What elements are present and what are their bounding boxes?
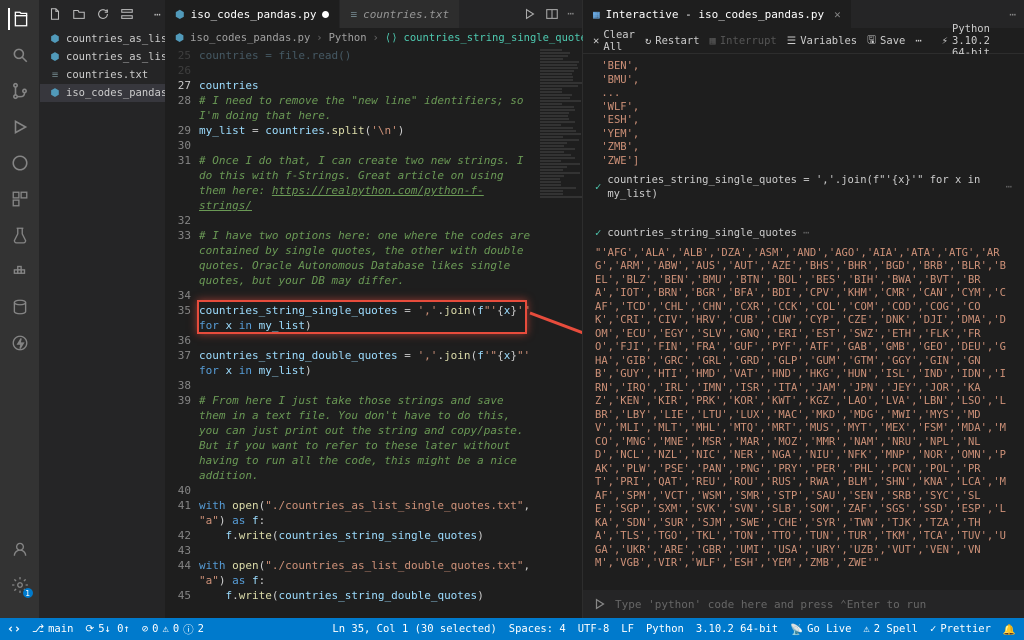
extensions-icon[interactable] [9, 188, 31, 210]
prettier[interactable]: ✓ Prettier [930, 623, 991, 635]
cell-label: countries_string_single_quotes = ','.joi… [607, 174, 999, 201]
status-bar: ⎇ main ⟳ 5↓ 0↑ ⊘ 0 ⚠ 0 ⓘ 2 Ln 35, Col 1 … [0, 618, 1024, 640]
interactive-tab[interactable]: ▦Interactive - iso_codes_pandas.py✕ [583, 0, 852, 28]
variables-button[interactable]: ☰ Variables [787, 35, 857, 47]
interactive-toolbar: ✕ Clear All ↻ Restart ▦ Interrupt ☰ Vari… [583, 28, 1024, 54]
restart-button[interactable]: ↻ Restart [645, 35, 700, 47]
file-name: countries_as_list_si... [66, 51, 165, 63]
file-icon: ⬢ [48, 32, 62, 46]
file-name: iso_codes_pandas.py [66, 87, 165, 99]
editor-tab[interactable]: ≡countries.txt [340, 0, 460, 28]
collapse-icon[interactable] [120, 7, 134, 21]
more-icon[interactable]: ⋯ [567, 7, 574, 21]
new-folder-icon[interactable] [72, 7, 86, 21]
breadcrumb[interactable]: ⬢ iso_codes_pandas.py › Python › ⟨⟩ coun… [165, 28, 582, 48]
run-icon[interactable] [523, 7, 537, 21]
file-item[interactable]: ≡ countries.txt [40, 66, 165, 84]
more-icon[interactable]: ⋯ [154, 7, 161, 21]
remote-icon[interactable] [8, 623, 20, 635]
editor-tab[interactable]: ⬢iso_codes_pandas.py [165, 0, 340, 28]
problems[interactable]: ⊘ 0 ⚠ 0 ⓘ 2 [142, 622, 204, 637]
refresh-icon[interactable] [96, 7, 110, 21]
interactive-output[interactable]: 'BEN', 'BMU', ... 'WLF', 'ESH', 'YEM', '… [583, 54, 1024, 590]
database-icon[interactable] [9, 296, 31, 318]
file-icon: ≡ [48, 68, 62, 82]
indent[interactable]: Spaces: 4 [509, 623, 566, 635]
git-branch[interactable]: ⎇ main [32, 623, 73, 635]
file-icon: ⬢ [48, 86, 62, 100]
interpreter[interactable]: 3.10.2 64-bit [696, 623, 778, 635]
file-icon: ⬢ [48, 50, 62, 64]
new-file-icon[interactable] [48, 7, 62, 21]
breadcrumb-symbol: countries_string_single_quotes [404, 32, 594, 44]
file-item[interactable]: ⬢ countries_as_list_do... [40, 30, 165, 48]
cell-header: ✓ countries_string_single_quotes = ','.j… [595, 168, 1012, 207]
minimap[interactable] [536, 48, 582, 618]
breadcrumb-scope: Python [329, 32, 367, 44]
thunder-icon[interactable] [9, 332, 31, 354]
language-mode[interactable]: Python [646, 623, 684, 635]
repl-input[interactable]: Type 'python' code here and press ⌃Enter… [583, 590, 1024, 618]
go-live[interactable]: 📡 Go Live [790, 623, 851, 636]
encoding[interactable]: UTF-8 [578, 623, 610, 635]
save-button[interactable]: 🖫 Save [867, 32, 905, 50]
cursor-position[interactable]: Ln 35, Col 1 (30 selected) [332, 623, 496, 635]
file-item[interactable]: ⬢ countries_as_list_si... [40, 48, 165, 66]
cell-label: countries_string_single_quotes [607, 227, 797, 241]
repl-placeholder: Type 'python' code here and press ⌃Enter… [615, 598, 926, 611]
source-control-icon[interactable] [9, 80, 31, 102]
oracle-icon[interactable] [9, 152, 31, 174]
more-icon[interactable]: ⋯ [915, 35, 921, 47]
settings-icon[interactable]: 1 [9, 574, 31, 596]
file-name: countries.txt [66, 69, 148, 81]
file-item[interactable]: ⬢ iso_codes_pandas.py [40, 84, 165, 102]
split-icon[interactable] [545, 7, 559, 21]
accounts-icon[interactable] [9, 538, 31, 560]
breadcrumb-file: iso_codes_pandas.py [190, 32, 310, 44]
explorer-icon[interactable] [8, 8, 30, 30]
cell-header: ✓ countries_string_single_quotes ⋯ [595, 221, 1012, 247]
more-icon[interactable]: ⋯ [1009, 8, 1016, 21]
editor-body[interactable]: 25262728 293031 3233 3435 3637 3839 4041… [165, 48, 582, 618]
sidebar: ⋯ ⬢ countries_as_list_do... ⬢ countries_as_… [40, 0, 165, 618]
interrupt-button: ▦ Interrupt [710, 35, 777, 47]
cell-output: "'AFG','ALA','ALB','DZA','ASM','AND','AG… [595, 247, 1012, 571]
spell[interactable]: ⚠ 2 Spell [863, 623, 918, 635]
search-icon[interactable] [9, 44, 31, 66]
clear-all-button[interactable]: ✕ Clear All [593, 29, 635, 53]
eol[interactable]: LF [621, 623, 634, 635]
file-name: countries_as_list_do... [66, 33, 165, 45]
testing-icon[interactable] [9, 224, 31, 246]
notifications-icon[interactable]: 🔔 [1003, 623, 1016, 636]
run-debug-icon[interactable] [9, 116, 31, 138]
git-sync[interactable]: ⟳ 5↓ 0↑ [85, 623, 129, 635]
docker-icon[interactable] [9, 260, 31, 282]
